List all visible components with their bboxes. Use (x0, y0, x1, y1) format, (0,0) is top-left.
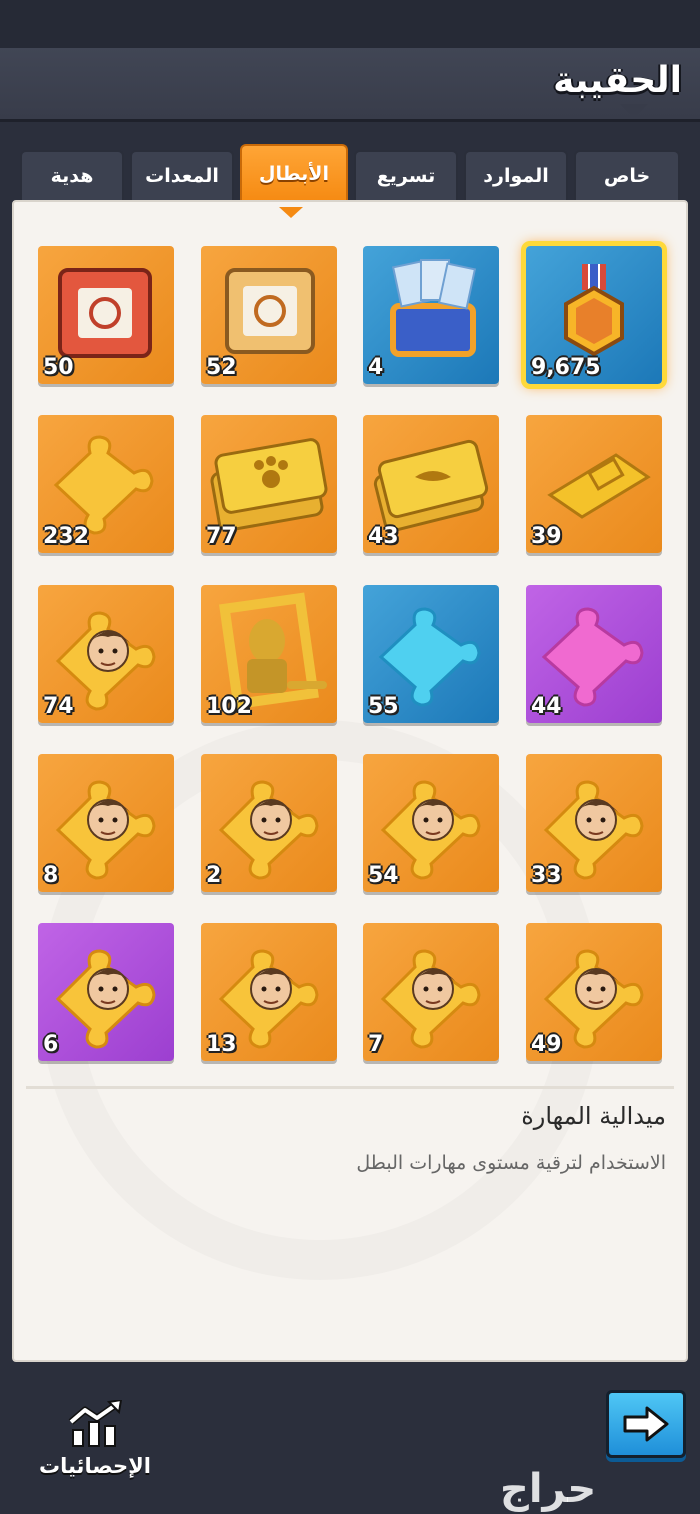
inventory-item[interactable]: 54 (363, 754, 499, 892)
hero-shard-icon (55, 780, 156, 880)
inventory-item[interactable]: 39 (526, 415, 662, 553)
item-count: 39 (531, 524, 562, 549)
item-count: 102 (206, 694, 252, 719)
stats-icon (68, 1400, 123, 1447)
item-count: 6 (43, 1032, 59, 1057)
divider (26, 1086, 674, 1089)
hero-shard-icon (218, 780, 319, 880)
inventory-item[interactable]: 50 (38, 246, 174, 384)
inventory-item[interactable]: 74 (38, 585, 174, 723)
tab-equipment[interactable]: المعدات (130, 150, 234, 200)
inventory-item[interactable]: 49 (526, 923, 662, 1061)
item-count: 55 (368, 694, 399, 719)
item-count: 33 (531, 863, 562, 888)
inventory-item[interactable]: 8 (38, 754, 174, 892)
item-count: 43 (368, 524, 399, 549)
exp-cards-chest-icon (390, 259, 477, 357)
item-count: 54 (368, 863, 399, 888)
stats-button[interactable]: الإحصائيات (30, 1400, 160, 1490)
inventory-item[interactable]: 7 (363, 923, 499, 1061)
item-count: 232 (43, 524, 89, 549)
page-title: الحقيبة (553, 60, 682, 101)
item-count: 9,675 (531, 355, 601, 380)
item-count: 13 (206, 1032, 237, 1057)
inventory-item[interactable]: 6 (38, 923, 174, 1061)
item-count: 50 (43, 355, 74, 380)
inventory-item[interactable]: 232 (38, 415, 174, 553)
inventory-item[interactable]: 102 (201, 585, 337, 723)
stats-label: الإحصائيات (39, 1454, 151, 1478)
item-count: 8 (43, 863, 59, 888)
tab-speedup[interactable]: تسريع (354, 150, 458, 200)
tab-special[interactable]: خاص (574, 150, 680, 200)
inventory-item[interactable]: 52 (201, 246, 337, 384)
item-description: الاستخدام لترقية مستوى مهارات البطل (356, 1152, 666, 1174)
active-tab-pointer (279, 207, 303, 218)
inventory-item[interactable]: 9,675 (521, 241, 667, 389)
item-count: 74 (43, 694, 74, 719)
item-count: 77 (206, 524, 237, 549)
next-button[interactable] (606, 1390, 686, 1458)
hero-shard-icon (380, 949, 481, 1049)
inventory-item[interactable]: 77 (201, 415, 337, 553)
tab-bar: هدية المعدات الأبطال تسريع الموارد خاص (20, 144, 680, 202)
tab-resources[interactable]: الموارد (464, 150, 568, 200)
status-bar (0, 0, 700, 48)
tab-heroes[interactable]: الأبطال (240, 144, 348, 202)
hero-shard-icon (55, 949, 156, 1049)
item-count: 44 (531, 694, 562, 719)
inventory-item[interactable]: 44 (526, 585, 662, 723)
item-count: 2 (206, 863, 222, 888)
inventory-item[interactable]: 13 (201, 923, 337, 1061)
item-name: ميدالية المهارة (521, 1102, 666, 1130)
header-notch (620, 104, 648, 118)
arrow-right-icon (623, 1406, 669, 1442)
tab-gift[interactable]: هدية (20, 150, 124, 200)
inventory-item[interactable]: 43 (363, 415, 499, 553)
inventory-item[interactable]: 2 (201, 754, 337, 892)
inventory-item[interactable]: 33 (526, 754, 662, 892)
inventory-item[interactable]: 55 (363, 585, 499, 723)
item-count: 49 (531, 1032, 562, 1057)
item-count: 4 (368, 355, 384, 380)
item-count: 7 (368, 1032, 384, 1057)
watermark-logo: حراج (500, 1466, 597, 1512)
item-count: 52 (206, 355, 237, 380)
inventory-item[interactable]: 4 (363, 246, 499, 384)
